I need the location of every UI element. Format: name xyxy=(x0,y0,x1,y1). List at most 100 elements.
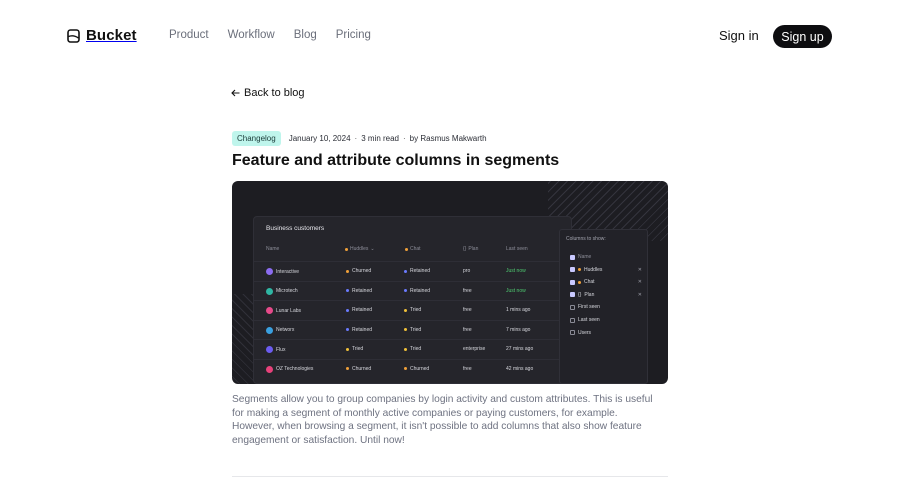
column-option-label: Last seen xyxy=(578,317,600,323)
company-name: Microtech xyxy=(276,288,298,294)
status-dot xyxy=(404,347,407,351)
table-row[interactable]: OZ Technologies Churned Churned free 42 mins… xyxy=(254,358,573,379)
read-time: 3 min read xyxy=(361,134,399,143)
nav-blog[interactable]: Blog xyxy=(294,29,317,41)
column-option-label: First seen xyxy=(578,304,600,311)
columns-picker: Columns to show: Name Huddles ✕ Chat ✕{} Plan… xyxy=(559,229,648,384)
sign-up-button[interactable]: Sign up xyxy=(773,25,832,48)
brand-name: Bucket xyxy=(86,27,137,44)
author-byline: by Rasmus Makwarth xyxy=(409,134,487,143)
table-row[interactable]: Flux Tried Tried enterprise 27 mins ago xyxy=(254,339,573,359)
main-nav: Product Workflow Blog Pricing xyxy=(169,29,371,41)
chat-cell: Churned xyxy=(404,366,429,372)
checkbox[interactable] xyxy=(570,254,575,260)
plan-cell: pro xyxy=(463,268,471,274)
company-name: Lunar Labs xyxy=(276,307,302,314)
close-icon[interactable]: ✕ xyxy=(638,267,642,273)
panel-title: Business customers xyxy=(266,225,325,232)
huddles-cell: Retained xyxy=(346,288,372,294)
chat-status: Retained xyxy=(410,268,431,274)
column-option-label: Chat xyxy=(584,279,595,286)
chat-status: Tried xyxy=(410,346,422,352)
company-avatar xyxy=(266,287,273,295)
company-avatar xyxy=(266,365,273,373)
back-to-blog-link[interactable]: Back to blog xyxy=(231,87,305,99)
chat-status: Tried xyxy=(410,326,422,333)
column-option[interactable]: {} Plan ✕ xyxy=(570,292,642,298)
sign-in-link[interactable]: Sign in xyxy=(719,28,759,43)
table-body: Interactive Churned Retained pro Just now Mic… xyxy=(254,261,573,378)
checkbox[interactable] xyxy=(570,317,575,323)
column-option[interactable]: Name xyxy=(570,254,642,260)
checkbox[interactable] xyxy=(570,292,575,298)
company-name: Flux xyxy=(276,346,286,353)
table-row[interactable]: Microtech Retained Retained free Just now xyxy=(254,280,573,301)
huddles-cell: Retained xyxy=(346,307,372,313)
company-avatar xyxy=(266,326,273,334)
checkbox[interactable] xyxy=(570,330,575,336)
checkbox[interactable] xyxy=(570,267,575,273)
table-row[interactable]: Networx Retained Tried free 7 mins ago xyxy=(254,319,573,340)
huddles-status: Retained xyxy=(352,287,373,294)
article-meta: Changelog January 10, 2024 · 3 min read … xyxy=(232,131,487,146)
company-cell: Flux xyxy=(266,346,285,353)
status-dot xyxy=(404,269,407,273)
company-cell: Interactive xyxy=(266,268,299,275)
status-dot xyxy=(404,308,407,312)
company-avatar xyxy=(266,307,273,314)
meta-separator: · xyxy=(354,134,358,143)
huddles-cell: Tried xyxy=(346,346,363,352)
col-plan: {} Plan xyxy=(463,246,479,252)
col-last-seen: Last seen xyxy=(506,246,528,252)
plan-cell: enterprise xyxy=(463,346,486,352)
last-seen-cell: 27 mins ago xyxy=(506,346,534,352)
chat-cell: Tried xyxy=(404,307,421,313)
huddles-cell: Retained xyxy=(346,327,372,333)
company-name: Interactive xyxy=(276,268,300,275)
column-option-label: Plan xyxy=(584,291,595,298)
col-huddles: Huddles ⌄ xyxy=(345,246,375,252)
company-name: OZ Technologies xyxy=(276,366,314,372)
chevron-down-icon: ⌄ xyxy=(370,246,375,252)
feature-icon xyxy=(578,280,581,284)
brand-logo[interactable]: Bucket xyxy=(67,27,137,44)
last-seen-cell: Just now xyxy=(506,287,526,294)
col-name: Name xyxy=(266,246,280,252)
bucket-logo-icon xyxy=(67,28,80,43)
column-option[interactable]: Users xyxy=(570,330,642,336)
status-dot xyxy=(346,308,349,312)
company-avatar xyxy=(266,268,273,275)
column-option[interactable]: Huddles ✕ xyxy=(570,267,642,273)
column-option[interactable]: Chat ✕ xyxy=(570,279,642,285)
huddles-status: Retained xyxy=(352,326,373,333)
status-dot xyxy=(346,347,349,351)
nav-workflow[interactable]: Workflow xyxy=(228,29,275,41)
table-row[interactable]: Interactive Churned Retained pro Just now xyxy=(254,261,573,281)
chat-status: Retained xyxy=(410,287,431,294)
nav-pricing[interactable]: Pricing xyxy=(336,29,371,41)
braces-icon: {} xyxy=(578,291,582,298)
table-row[interactable]: Lunar Labs Retained Tried free 1 mins ago xyxy=(254,300,573,320)
company-cell: Networx xyxy=(266,326,294,334)
column-option[interactable]: First seen xyxy=(570,304,642,310)
nav-product[interactable]: Product xyxy=(169,29,209,41)
meta-separator: · xyxy=(403,134,406,143)
status-dot xyxy=(346,269,349,273)
plan-cell: free xyxy=(463,326,472,333)
chat-status: Churned xyxy=(410,365,430,372)
company-avatar xyxy=(266,346,273,353)
company-cell: Microtech xyxy=(266,287,298,295)
checkbox[interactable] xyxy=(570,304,575,310)
column-option[interactable]: Last seen xyxy=(570,317,642,323)
category-badge[interactable]: Changelog xyxy=(232,131,281,146)
status-dot xyxy=(346,367,349,370)
huddles-cell: Churned xyxy=(346,268,371,274)
checkbox[interactable] xyxy=(570,279,575,285)
chat-cell: Tried xyxy=(404,346,421,352)
column-option-label: Name xyxy=(578,254,592,260)
last-seen-cell: Just now xyxy=(506,268,526,274)
close-icon[interactable]: ✕ xyxy=(638,279,642,285)
close-icon[interactable]: ✕ xyxy=(638,292,642,298)
huddles-cell: Churned xyxy=(346,366,371,372)
status-dot xyxy=(404,328,407,331)
